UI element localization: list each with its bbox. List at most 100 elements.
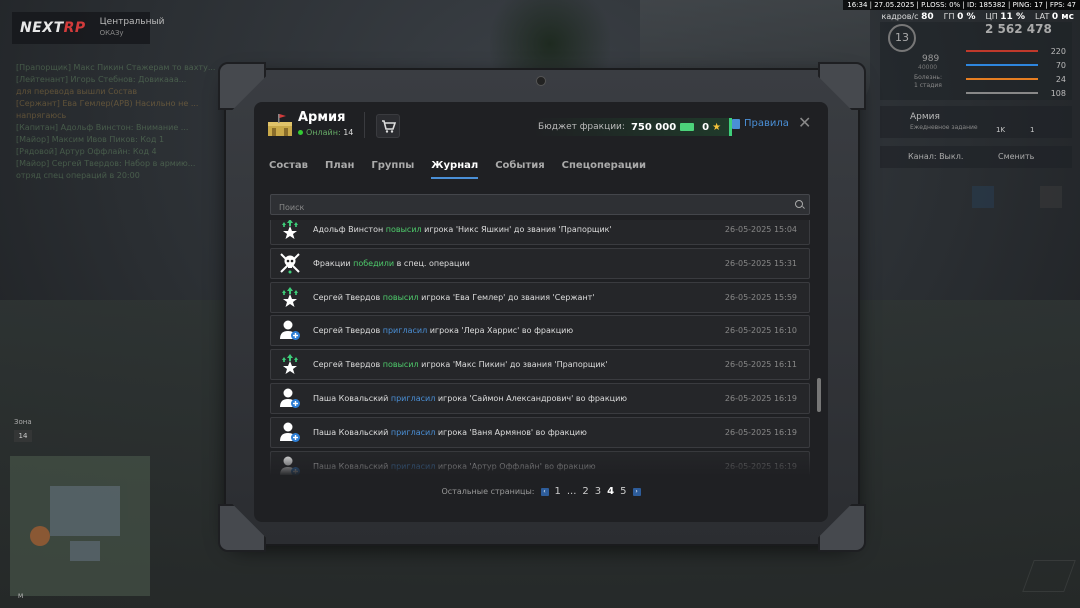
perf-stat-label: ГП: [943, 12, 958, 21]
pager-page[interactable]: 1: [555, 486, 561, 497]
server-logo: NEXTRP Центральный ОКАЗу: [12, 12, 164, 44]
perf-stat-value: 11 %: [1000, 12, 1025, 22]
player-status-panel: 13 2 562 478 989 40000 Болезнь: 1 стадия …: [880, 22, 1072, 100]
perf-stat-label: ЦП: [985, 12, 1001, 21]
promotion-star-icon: [282, 220, 298, 239]
log-actor: Паша Ковальский: [313, 461, 391, 471]
channel-change-button[interactable]: Сменить: [998, 152, 1034, 161]
search-box: [270, 194, 810, 217]
perf-stat: кадров/с 80: [882, 12, 934, 22]
shop-cart-button[interactable]: [376, 114, 400, 138]
log-row-date: 26-05-2025 16:19: [724, 427, 797, 437]
pager-label: Остальные страницы:: [441, 487, 535, 496]
inventory-icon[interactable]: [972, 186, 994, 208]
chat-line: [Капитан] Адольф Винстон: Внимание ...: [16, 123, 189, 132]
rules-link[interactable]: Правила: [732, 118, 789, 129]
chat-line: [Прапорщик] Макс Пикин Стажерам то вахту…: [16, 63, 216, 72]
log-row: Сергей Твердов пригласил игрока 'Лера Ха…: [270, 315, 810, 347]
log-action: повысил: [382, 292, 419, 302]
faction-job-panel[interactable]: Армия Ежедневное задание 1K 1: [880, 106, 1072, 138]
invite-user-icon: [280, 422, 300, 442]
pager-page[interactable]: 4: [607, 486, 614, 497]
log-actor: Паша Ковальский: [313, 394, 391, 403]
voice-channel-panel: Канал: Выкл. Сменить: [880, 146, 1072, 168]
log-action: повысил: [385, 225, 422, 234]
player-level: 13: [888, 24, 916, 52]
logo-server-sub: ОКАЗу: [99, 29, 124, 37]
chat-line: [Майор] Сергей Твердов: Набор в армию...: [16, 159, 196, 168]
vital-bar-value: 220: [1050, 46, 1066, 56]
log-row: Паша Ковальский пригласил игрока 'Ваня А…: [270, 416, 810, 448]
invite-user-icon: [280, 456, 300, 476]
log-row: Сергей Твердов повысил игрока 'Макс Пики…: [270, 349, 810, 381]
log-detail: игрока 'Макс Пикин' до звания 'Прапорщик…: [418, 360, 608, 370]
player-sub-value-2: 40000: [918, 64, 938, 71]
vital-bar-line: [966, 64, 1038, 66]
online-dot-icon: [298, 130, 303, 135]
search-icon[interactable]: [795, 200, 803, 208]
vital-bar-line: [966, 50, 1038, 52]
pager-ellipsis: ...: [566, 486, 577, 497]
channel-label: Канал: Выкл.: [908, 152, 964, 161]
log-row: Паша Ковальский пригласил игрока 'Артур …: [270, 450, 810, 476]
log-actor: Фракции: [313, 258, 354, 268]
pager-page[interactable]: 2: [582, 486, 588, 497]
log-action: пригласил: [390, 461, 436, 471]
vital-bars: 220 70 24 108: [966, 44, 1066, 100]
chat-line: [Сержант] Ева Гемлер(АРВ) Насильно не ..…: [16, 99, 199, 108]
illness-status: Болезнь: 1 стадия: [914, 74, 942, 89]
pager-page[interactable]: 5: [620, 486, 626, 497]
log-row-date: 26-05-2025 16:19: [724, 394, 797, 403]
pager-next-button[interactable]: ›: [632, 487, 641, 496]
search-input[interactable]: [271, 198, 789, 217]
tab-item[interactable]: События: [495, 160, 544, 179]
close-button[interactable]: ✕: [798, 114, 811, 132]
job-title: Армия: [910, 112, 940, 122]
journal-scrollbar[interactable]: [817, 378, 821, 412]
chat-line: [Лейтенант] Игорь Стебнов: Довикааа...: [16, 75, 187, 84]
pager-prev-button[interactable]: ‹: [540, 487, 549, 496]
perf-stat: LAT 0 мс: [1035, 12, 1074, 22]
notification-bell-icon[interactable]: [1040, 186, 1062, 208]
job-reward-1: 1K: [996, 126, 1006, 134]
tab-item[interactable]: Журнал: [431, 160, 479, 179]
vital-bar-value: 70: [1055, 60, 1066, 70]
header-divider: [364, 112, 365, 138]
log-row-date: 26-05-2025 15:04: [724, 225, 797, 234]
book-icon: [732, 118, 740, 129]
log-row-text: Адольф Винстон повысил игрока 'Никс Яшки…: [313, 220, 612, 244]
vital-bar: 108: [966, 86, 1066, 100]
tab-item[interactable]: План: [325, 160, 354, 179]
tab-item[interactable]: Группы: [371, 160, 414, 179]
log-detail: игрока 'Саймон Александрович' во фракцию: [435, 394, 628, 403]
vital-bar-value: 24: [1055, 74, 1066, 84]
promotion-star-icon: [282, 354, 298, 375]
vital-bar: 220: [966, 44, 1066, 58]
skull-crossbones-icon: [280, 253, 300, 274]
log-row: Адольф Винстон повысил игрока 'Никс Яшки…: [270, 220, 810, 245]
log-row-text: Паша Ковальский пригласил игрока 'Артур …: [313, 452, 596, 476]
perf-stat: ЦП 11 %: [986, 12, 1025, 22]
log-detail: в спец. операции: [394, 258, 470, 268]
tab-item[interactable]: Спецоперации: [562, 160, 646, 179]
pager-page[interactable]: 3: [595, 486, 601, 497]
budget-cash: 750 000: [630, 121, 677, 133]
vital-bar: 24: [966, 72, 1066, 86]
vital-bar-value: 108: [1050, 88, 1066, 98]
log-row-date: 26-05-2025 16:19: [724, 461, 797, 471]
log-detail: игрока 'Ваня Армянов' во фракцию: [435, 427, 587, 437]
zone-value: 14: [14, 430, 32, 442]
log-row-text: Сергей Твердов пригласил игрока 'Лера Ха…: [313, 316, 573, 345]
tab-item[interactable]: Состав: [269, 160, 308, 179]
logo-server-name: Центральный: [99, 17, 165, 27]
log-row-text: Паша Ковальский пригласил игрока 'Ваня А…: [313, 418, 587, 447]
cart-icon: [382, 120, 397, 133]
log-action: победили: [353, 258, 395, 268]
log-row-date: 26-05-2025 15:59: [724, 292, 797, 302]
log-row-date: 26-05-2025 16:11: [724, 360, 797, 370]
perf-stat-value: 0 %: [957, 12, 976, 22]
star-icon: ★: [712, 121, 722, 133]
log-action: повысил: [382, 360, 419, 370]
invite-user-icon: [280, 320, 300, 341]
log-actor: Адольф Винстон: [313, 225, 386, 234]
